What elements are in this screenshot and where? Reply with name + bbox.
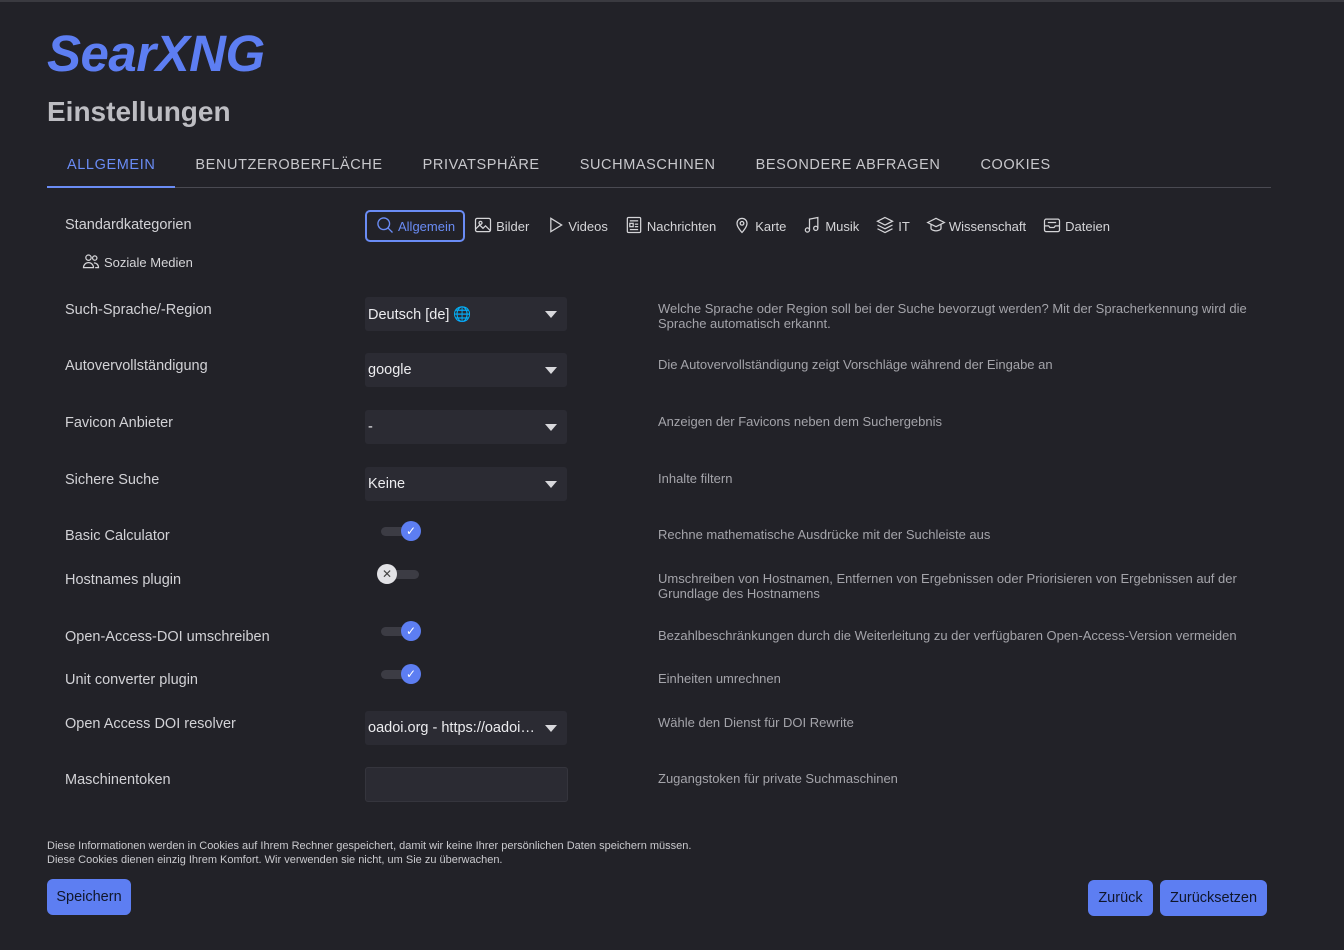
cookie-notice: Diese Informationen werden in Cookies au… [47,839,691,867]
archive-icon [1042,215,1062,238]
token-description: Zugangstoken für private Suchmaschinen [658,771,898,786]
calculator-description: Rechne mathematische Ausdrücke mit der S… [658,527,991,542]
doi-resolver-label: Open Access DOI resolver [65,716,236,732]
oadoi-toggle[interactable]: ✓ [381,620,421,642]
image-icon [473,215,493,238]
language-select[interactable]: Deutsch [de] 🌐 [365,297,567,331]
tab-privatsphaere[interactable]: PRIVATSPHÄRE [403,150,560,188]
calculator-toggle[interactable]: ✓ [381,520,421,542]
hostnames-label: Hostnames plugin [65,572,182,588]
favicon-select[interactable]: - [365,410,567,444]
favicon-description: Anzeigen der Favicons neben dem Sucherge… [658,414,943,429]
back-button[interactable]: Zurück [1088,880,1153,916]
category-list: Allgemein Bilder Videos Nachrichten Kart… [365,210,1118,242]
layers-icon [875,215,895,238]
tab-suchmaschinen[interactable]: SUCHMASCHINEN [560,150,736,188]
reset-button[interactable]: Zurücksetzen [1160,880,1267,916]
autocomplete-description: Die Autovervollständigung zeigt Vorschlä… [658,357,1053,372]
category-musik[interactable]: Musik [794,210,867,242]
autocomplete-select[interactable]: google [365,353,567,387]
settings-tabs: ALLGEMEIN BENUTZEROBERFLÄCHE PRIVATSPHÄR… [47,150,1271,188]
category-label: Karte [755,218,787,234]
unit-converter-label: Unit converter plugin [65,672,198,688]
category-label: Nachrichten [646,218,717,234]
safesearch-value: Keine [368,476,406,492]
tab-besondere-abfragen[interactable]: BESONDERE ABFRAGEN [736,150,961,188]
category-label: Allgemein [398,218,456,234]
autocomplete-label: Autovervollständigung [65,358,208,374]
autocomplete-value: google [368,362,412,378]
music-note-icon [802,215,822,238]
favicon-value: - [368,419,373,435]
doi-resolver-select[interactable]: oadoi.org - https://oadoi.org/ [365,711,567,745]
oadoi-description: Bezahlbeschränkungen durch die Weiterlei… [658,628,1237,643]
checkmark-icon: ✓ [401,621,421,641]
categories-label: Standardkategorien [65,217,192,233]
token-label: Maschinentoken [65,772,171,788]
category-soziale-medien[interactable]: Soziale Medien [73,246,201,278]
chevron-down-icon [545,367,557,374]
search-icon [375,215,395,238]
close-icon: ✕ [377,564,397,584]
category-videos[interactable]: Videos [537,210,616,242]
category-label: IT [898,218,910,234]
chevron-down-icon [545,481,557,488]
doi-resolver-description: Wähle den Dienst für DOI Rewrite [658,715,854,730]
category-nachrichten[interactable]: Nachrichten [616,210,724,242]
favicon-label: Favicon Anbieter [65,415,174,431]
tab-cookies[interactable]: COOKIES [960,150,1070,188]
checkmark-icon: ✓ [401,521,421,541]
chevron-down-icon [545,424,557,431]
safesearch-description: Inhalte filtern [658,471,733,486]
page-title: Einstellungen [47,96,231,127]
category-label: Bilder [496,218,530,234]
safesearch-label: Sichere Suche [65,472,160,488]
oadoi-label: Open-Access-DOI umschreiben [65,629,270,645]
searxng-logo[interactable]: SearXNG [47,26,265,82]
cookie-notice-line: Diese Informationen werden in Cookies au… [47,840,692,852]
token-input[interactable] [365,767,568,802]
category-it[interactable]: IT [867,210,918,242]
chevron-down-icon [545,311,557,318]
language-label: Such-Sprache/-Region [65,302,212,318]
category-label: Videos [568,218,608,234]
tab-benutzeroberflaeche[interactable]: BENUTZEROBERFLÄCHE [175,150,402,188]
safesearch-select[interactable]: Keine [365,467,567,501]
unit-converter-description: Einheiten umrechnen [658,671,781,686]
graduation-cap-icon [926,215,946,238]
save-button[interactable]: Speichern [47,879,131,915]
play-icon [545,215,565,238]
hostnames-description: Umschreiben von Hostnamen, Entfernen von… [658,571,1237,601]
tab-allgemein[interactable]: ALLGEMEIN [47,150,176,188]
chevron-down-icon [545,725,557,732]
hostnames-toggle[interactable]: ✕ [377,563,421,585]
doi-resolver-value: oadoi.org - https://oadoi.org/ [368,720,536,736]
newspaper-icon [624,215,644,238]
category-bilder[interactable]: Bilder [465,210,537,242]
map-pin-icon [732,215,752,238]
unit-converter-toggle[interactable]: ✓ [381,663,421,685]
language-description: Welche Sprache oder Region soll bei der … [658,301,1247,331]
checkmark-icon: ✓ [401,664,421,684]
language-value: Deutsch [de] 🌐 [368,306,472,323]
category-label: Dateien [1065,218,1110,234]
category-label: Musik [825,218,860,234]
people-icon [81,251,101,274]
calculator-label: Basic Calculator [65,528,170,544]
cookie-notice-line: Diese Cookies dienen einzig Ihrem Komfor… [47,854,503,866]
category-label: Wissenschaft [948,218,1027,234]
category-label: Soziale Medien [104,254,193,270]
category-karte[interactable]: Karte [724,210,794,242]
category-wissenschaft[interactable]: Wissenschaft [918,210,1034,242]
category-allgemein[interactable]: Allgemein [365,210,466,242]
category-dateien[interactable]: Dateien [1034,210,1118,242]
